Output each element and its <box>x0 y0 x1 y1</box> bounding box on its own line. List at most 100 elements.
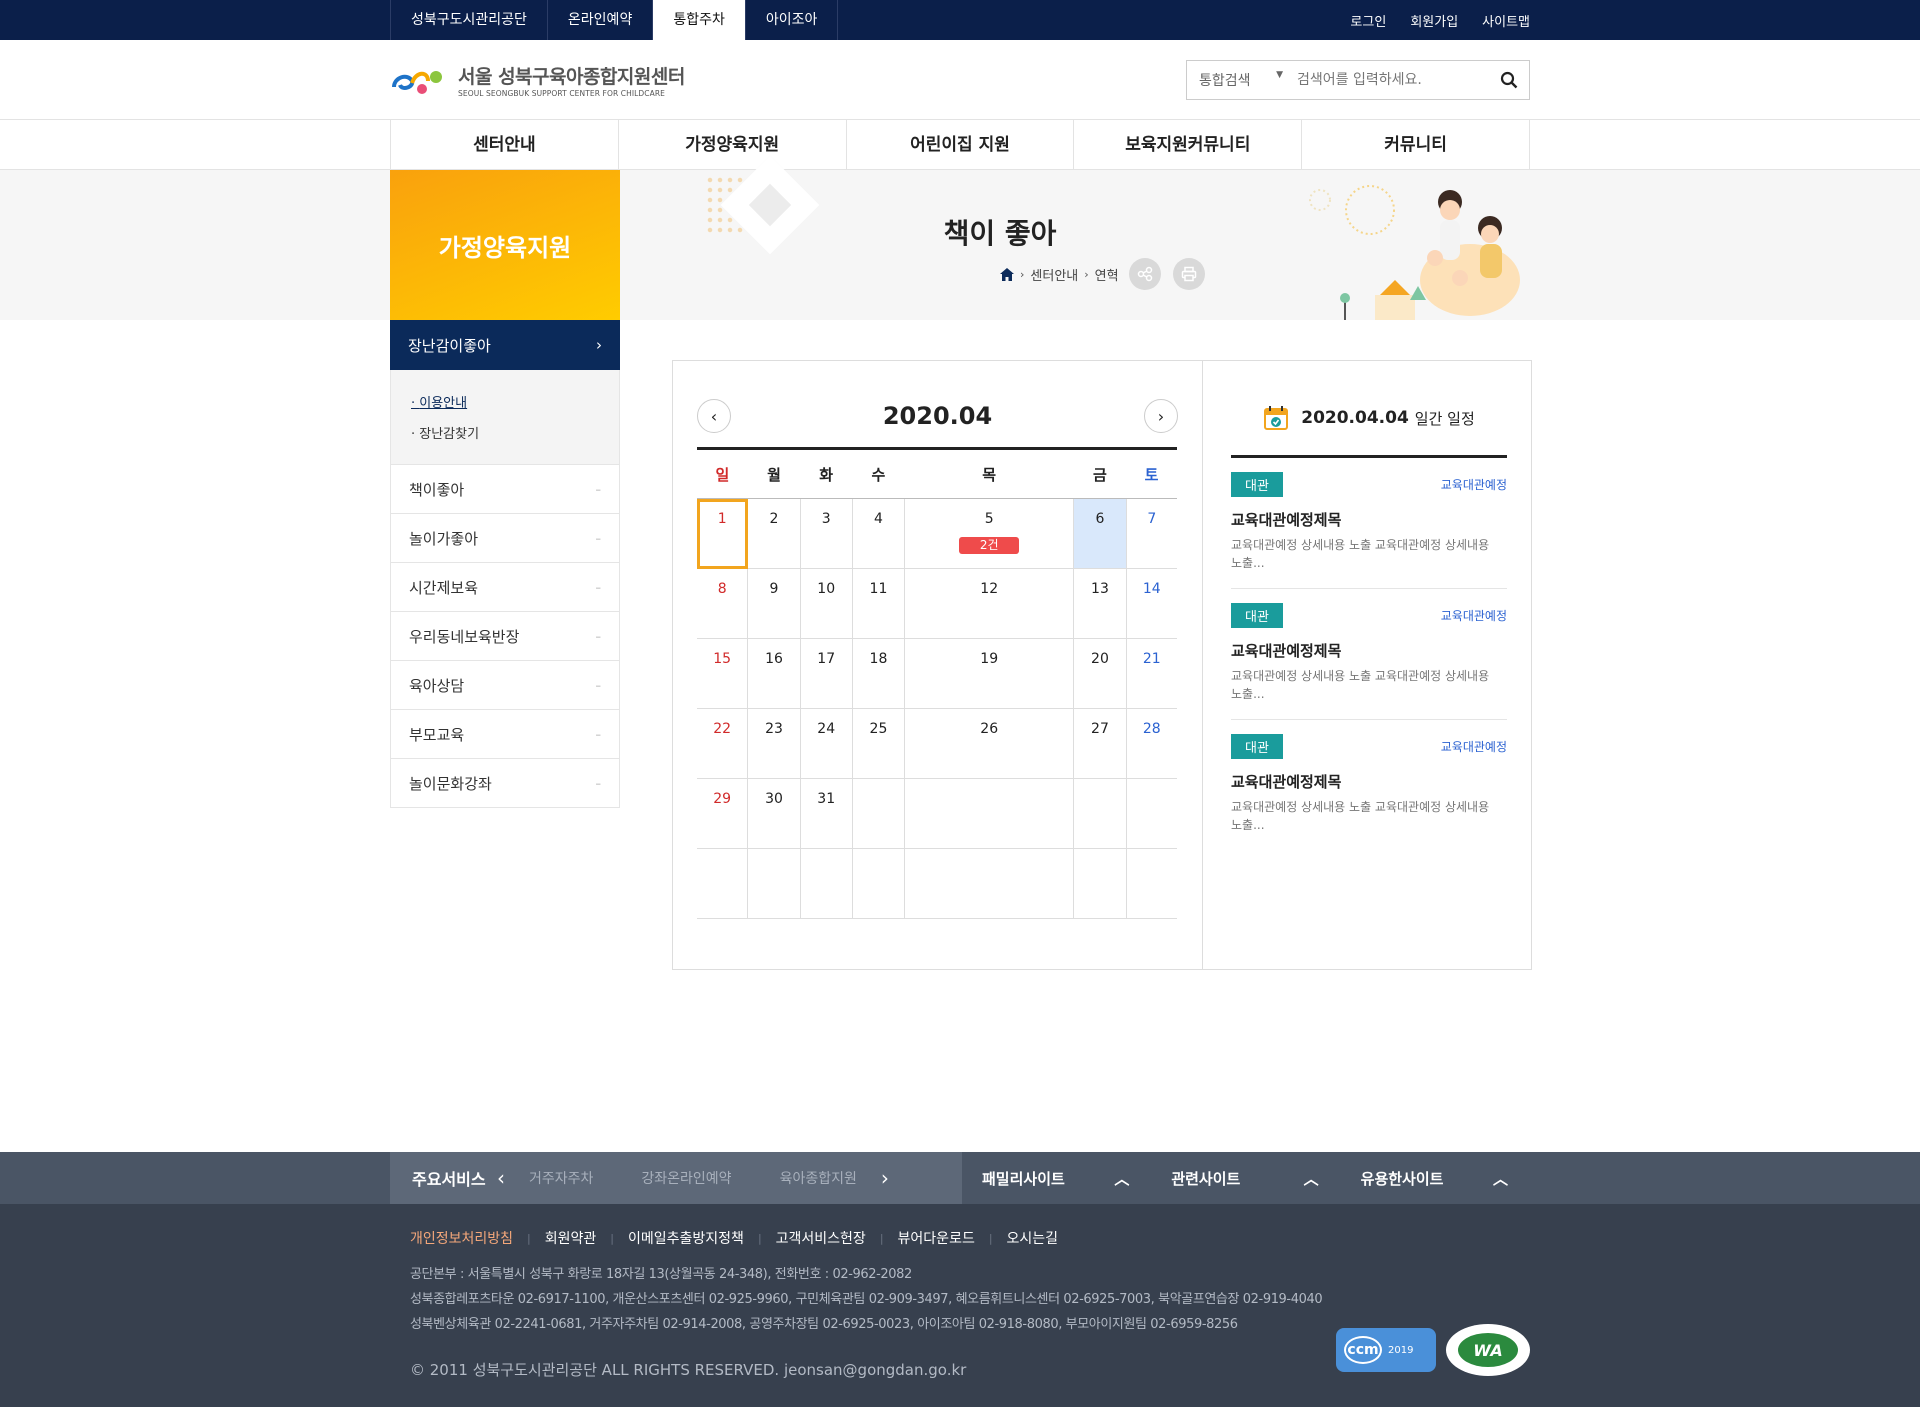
calendar-day[interactable]: 19 <box>904 638 1075 709</box>
item-title[interactable]: 교육대관예정제목 <box>1231 771 1507 792</box>
gnb-center-info[interactable]: 센터안내 <box>391 120 619 170</box>
search-scope-select[interactable]: 통합검색 ▼ <box>1187 70 1297 90</box>
side-menu-books[interactable]: 책이좋아 – <box>390 465 620 514</box>
gnb-home-parenting[interactable]: 가정양육지원 <box>619 120 847 170</box>
chevron-left-icon[interactable]: ‹ <box>497 1166 505 1190</box>
calendar-day[interactable]: 30 <box>747 778 801 849</box>
share-button[interactable] <box>1128 258 1161 290</box>
calendar-day[interactable]: 12 <box>904 568 1075 639</box>
item-title[interactable]: 교육대관예정제목 <box>1231 640 1507 661</box>
viewer-download-link[interactable]: 뷰어다운로드 <box>898 1228 975 1248</box>
calendar-day-empty <box>1126 778 1177 849</box>
calendar-day[interactable]: 23 <box>747 708 801 779</box>
logo-english-name: SEOUL SEONGBUK SUPPORT CENTER FOR CHILDC… <box>458 89 666 98</box>
print-button[interactable] <box>1172 258 1205 290</box>
chevron-left-icon: ‹ <box>710 406 718 426</box>
home-icon[interactable] <box>1000 267 1014 281</box>
weekday-header: 금 <box>1073 448 1127 499</box>
calendar-day[interactable]: 28 <box>1126 708 1177 779</box>
side-menu-play[interactable]: 놀이가좋아 – <box>390 514 620 563</box>
top-links: 로그인 회원가입 사이트맵 <box>1350 0 1530 40</box>
signup-link[interactable]: 회원가입 <box>1410 11 1458 30</box>
list-item[interactable]: 대관 교육대관예정 교육대관예정제목 교육대관예정 상세내용 노출 교육대관예정 … <box>1231 458 1507 589</box>
calendar-day[interactable]: 10 <box>800 568 853 639</box>
calendar-day[interactable]: 13 <box>1073 568 1127 639</box>
print-icon <box>1181 266 1196 282</box>
useful-site-dropdown[interactable]: 유용한사이트 ︿ <box>1341 1152 1530 1204</box>
calendar-day[interactable]: 20 <box>1073 638 1127 709</box>
side-menu-neighborhood[interactable]: 우리동네보육반장 – <box>390 612 620 661</box>
calendar-day[interactable]: 24 <box>800 708 853 779</box>
breadcrumb-separator-icon: › <box>1084 267 1089 281</box>
side-menu-toy[interactable]: 장난감이좋아 › <box>390 320 620 370</box>
next-month-button[interactable]: › <box>1144 399 1178 433</box>
calendar-day[interactable]: 21 <box>1126 638 1177 709</box>
calendar-day[interactable]: 17 <box>800 638 853 709</box>
calendar-day[interactable]: 4 <box>852 498 906 569</box>
list-item[interactable]: 대관 교육대관예정 교육대관예정제목 교육대관예정 상세내용 노출 교육대관예정 … <box>1231 589 1507 720</box>
top-tab-online-reservation[interactable]: 온라인예약 <box>548 0 654 40</box>
item-category: 교육대관예정 <box>1440 740 1507 754</box>
side-menu-parent-education[interactable]: 부모교육 – <box>390 710 620 759</box>
prev-month-button[interactable]: ‹ <box>697 399 731 433</box>
side-menu-hourly-care[interactable]: 시간제보육 – <box>390 563 620 612</box>
calendar-day-selected[interactable]: 6 <box>1073 498 1127 569</box>
email-policy-link[interactable]: 이메일추출방지정책 <box>628 1228 744 1248</box>
daily-list: 대관 교육대관예정 교육대관예정제목 교육대관예정 상세내용 노출 교육대관예정 … <box>1231 458 1507 848</box>
item-category: 교육대관예정 <box>1440 478 1507 492</box>
directions-link[interactable]: 오시는길 <box>1007 1228 1059 1248</box>
side-submenu-guide[interactable]: · 이용안내 <box>411 388 599 419</box>
service-link[interactable]: 육아종합지원 <box>780 1168 857 1188</box>
search-input[interactable] <box>1297 72 1489 88</box>
calendar-day-number: 5 <box>984 511 994 527</box>
family-site-dropdown[interactable]: 패밀리사이트 ︿ <box>962 1152 1151 1204</box>
privacy-policy-link[interactable]: 개인정보처리방침 <box>410 1228 513 1248</box>
calendar-day[interactable]: 11 <box>852 568 906 639</box>
breadcrumb-item[interactable]: 센터안내 <box>1030 265 1078 284</box>
service-charter-link[interactable]: 고객서비스헌장 <box>776 1228 866 1248</box>
event-count-badge[interactable]: 2건 <box>959 537 1020 554</box>
side-menu-counseling[interactable]: 육아상담 – <box>390 661 620 710</box>
service-link[interactable]: 거주자주차 <box>529 1168 593 1188</box>
calendar-month: 2020.04 <box>882 402 993 430</box>
item-title[interactable]: 교육대관예정제목 <box>1231 509 1507 530</box>
calendar-day[interactable]: 31 <box>800 778 853 849</box>
gnb-childcare-community[interactable]: 보육지원커뮤니티 <box>1074 120 1303 170</box>
gnb-daycare-support[interactable]: 어린이집 지원 <box>847 120 1075 170</box>
calendar-day[interactable]: 22 <box>697 708 749 779</box>
calendar-day[interactable]: 26 <box>904 708 1075 779</box>
side-submenu-toy-search[interactable]: · 장난감찾기 <box>411 419 599 450</box>
calendar-day[interactable]: 3 <box>800 498 853 569</box>
calendar-day[interactable]: 8 <box>697 568 749 639</box>
calendar-day[interactable]: 2 <box>747 498 801 569</box>
service-link[interactable]: 강좌온라인예약 <box>641 1168 731 1188</box>
top-tab-gongdan[interactable]: 성북구도시관리공단 <box>391 0 548 40</box>
calendar-day-with-event[interactable]: 5 2건 <box>904 498 1075 569</box>
login-link[interactable]: 로그인 <box>1350 11 1386 30</box>
search-button[interactable] <box>1489 61 1529 99</box>
related-site-dropdown[interactable]: 관련사이트 ︿ <box>1151 1152 1340 1204</box>
calendar-day[interactable]: 25 <box>852 708 906 779</box>
dash-icon: – <box>595 776 602 790</box>
calendar-day[interactable]: 16 <box>747 638 801 709</box>
top-tab-ijoa[interactable]: 아이조아 <box>746 0 839 40</box>
list-item[interactable]: 대관 교육대관예정 교육대관예정제목 교육대관예정 상세내용 노출 교육대관예정 … <box>1231 720 1507 848</box>
calendar-day[interactable]: 1 <box>697 498 749 569</box>
side-menu-play-culture[interactable]: 놀이문화강좌 – <box>390 759 620 808</box>
calendar-day[interactable]: 9 <box>747 568 801 639</box>
top-tab-parking[interactable]: 통합주차 <box>653 0 746 40</box>
calendar-day[interactable]: 18 <box>852 638 906 709</box>
logo-korean-name: 서울 성북구육아종합지원센터 <box>458 66 685 88</box>
calendar-day[interactable]: 7 <box>1126 498 1177 569</box>
terms-link[interactable]: 회원약관 <box>545 1228 597 1248</box>
certification-badges: ccm 2019 WA <box>1336 1324 1530 1376</box>
gnb-community[interactable]: 커뮤니티 <box>1302 120 1530 170</box>
calendar-day[interactable]: 29 <box>697 778 749 849</box>
calendar-day[interactable]: 15 <box>697 638 749 709</box>
sitemap-link[interactable]: 사이트맵 <box>1482 11 1530 30</box>
site-logo[interactable]: 서울 성북구육아종합지원센터 SEOUL SEONGBUK SUPPORT CE… <box>390 62 685 98</box>
breadcrumb-item[interactable]: 연혁 <box>1095 265 1119 284</box>
calendar-day[interactable]: 14 <box>1126 568 1177 639</box>
chevron-right-icon[interactable]: › <box>881 1166 889 1190</box>
calendar-day[interactable]: 27 <box>1073 708 1127 779</box>
